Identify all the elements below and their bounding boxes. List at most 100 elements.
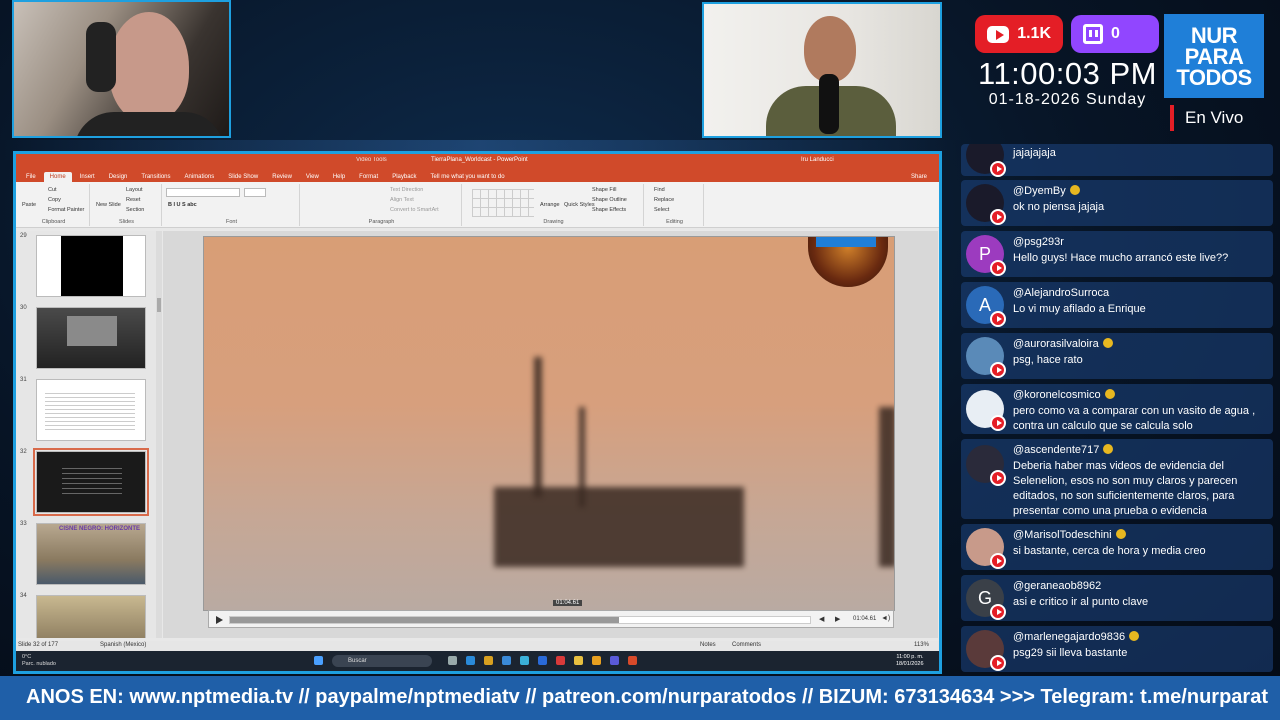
shape-fill-button[interactable]: Shape Fill [592,187,616,193]
chat-username[interactable]: @MarisolTodeschini [1013,529,1126,541]
app-icon-3[interactable] [502,656,511,665]
chat-username[interactable]: @AlejandroSurroca [1013,287,1109,299]
select-button[interactable]: Select [654,207,669,213]
youtube-icon [990,260,1006,276]
quick-styles-button[interactable]: Quick Styles [564,202,595,208]
app-icon-2[interactable] [484,656,493,665]
chat-username[interactable]: @geraneaob8962 [1013,580,1101,592]
scrollbar-thumb[interactable] [157,298,161,312]
notes-button[interactable]: Notes [700,642,716,648]
microphone [819,74,839,134]
volume-icon[interactable]: ◄) [881,615,890,622]
layout-button[interactable]: Layout [126,187,143,193]
format-painter-button[interactable]: Format Painter [48,207,84,213]
comments-button[interactable]: Comments [732,642,761,648]
replace-button[interactable]: Replace [654,197,674,203]
font-name-box[interactable] [166,188,240,197]
slide-number: 32 [20,449,27,455]
tab-file[interactable]: File [20,172,42,182]
paste-button[interactable]: Paste [22,202,36,208]
chat-username[interactable]: @DyemBy [1013,185,1080,197]
task-view-icon[interactable] [448,656,457,665]
share-button[interactable]: Share [905,172,933,182]
shapes-gallery[interactable] [472,189,534,217]
align-text-button[interactable]: Align Text [390,197,414,203]
taskbar-clock[interactable]: 11:00 p. m. 18/01/2026 [896,654,924,668]
copy-button[interactable]: Copy [48,197,61,203]
cut-button[interactable]: Cut [48,187,57,193]
chat-username-text: @geraneaob8962 [1013,580,1102,592]
tell-me-search[interactable]: Tell me what you want to do [425,172,511,182]
youtube-icon [987,25,1010,43]
file-explorer-icon[interactable] [574,656,583,665]
weather-widget[interactable]: 0°C Parc. nublado [22,654,56,668]
convert-smartart-button[interactable]: Convert to SmartArt [390,207,439,213]
slide-thumb-33[interactable]: 33 CISNE NEGRO: HORIZONTE [16,521,156,587]
tab-format[interactable]: Format [353,172,384,182]
video-seek-bar[interactable] [229,616,811,624]
chrome-icon[interactable] [592,656,601,665]
youtube-icon [990,470,1006,486]
slide-thumb-29[interactable]: 29 [16,233,156,299]
slide-number: 29 [20,233,27,239]
app-icon-1[interactable] [466,656,475,665]
video-time-tooltip: 01:04.61 [553,600,583,606]
tab-playback[interactable]: Playback [386,172,422,182]
app-icon-4[interactable] [556,656,565,665]
tab-home[interactable]: Home [43,172,72,182]
slide-count: Slide 32 of 177 [18,642,59,648]
chat-message-text: ok no piensa jajaja [1013,201,1105,213]
reset-button[interactable]: Reset [126,197,140,203]
slide-number: 31 [20,377,27,383]
chat-username[interactable]: @aurorasilvaloira [1013,338,1113,350]
edge-icon[interactable] [520,656,529,665]
tab-review[interactable]: Review [266,172,298,182]
tab-view[interactable]: View [300,172,325,182]
video-progress-fill [230,617,619,623]
powerpoint-icon[interactable] [628,656,637,665]
tab-help[interactable]: Help [327,172,351,182]
section-button[interactable]: Section [126,207,144,213]
thumbnail-scrollbar[interactable] [156,231,162,638]
find-button[interactable]: Find [654,187,665,193]
slide-thumb-32[interactable]: 32 [16,448,156,516]
shape-effects-button[interactable]: Shape Effects [592,207,626,213]
slide-thumb-34[interactable]: 34 [16,593,156,638]
forward-icon[interactable]: ▶ [835,615,840,623]
slide-thumb-30[interactable]: 30 [16,305,156,371]
slide-number: 30 [20,305,27,311]
tab-design[interactable]: Design [103,172,134,182]
embedded-video[interactable] [203,236,895,611]
new-slide-button[interactable]: New Slide [96,202,121,208]
taskbar-search[interactable]: Buscar [332,655,432,667]
tab-animations[interactable]: Animations [179,172,221,182]
tab-transitions[interactable]: Transitions [135,172,176,182]
chat-username[interactable]: @marlenegajardo9836 [1013,631,1140,643]
text-direction-button[interactable]: Text Direction [390,187,423,193]
play-icon[interactable] [216,616,223,624]
chat-message: @koronelcosmico pero como va a comparar c… [961,384,1273,434]
arrange-button[interactable]: Arrange [540,202,560,208]
telegram-icon[interactable] [538,656,547,665]
member-badge-icon [1129,631,1140,641]
chat-username[interactable]: @ascendente717 [1013,444,1114,456]
slides-label: Slides [119,219,134,225]
shape-outline-button[interactable]: Shape Outline [592,197,627,203]
bold-button[interactable]: B I U S abc [168,202,197,208]
language[interactable]: Spanish (Mexico) [100,642,146,648]
chat-message-text: Deberia haber mas videos de evidencia de… [1013,460,1238,517]
twitch-viewer-count: 0 [1111,25,1120,42]
chat-username[interactable]: @koronelcosmico [1013,389,1115,401]
start-icon[interactable] [314,656,323,665]
oil-rig-edge [879,407,894,567]
font-size-box[interactable] [244,188,266,197]
slide-thumb-31[interactable]: 31 [16,377,156,443]
zoom-level[interactable]: 113% [914,642,929,648]
rewind-icon[interactable]: ◀ [819,615,824,623]
tab-slide-show[interactable]: Slide Show [222,172,264,182]
chat-username[interactable]: @psg293r [1013,236,1064,248]
tab-insert[interactable]: Insert [74,172,101,182]
paragraph-label: Paragraph [368,219,395,225]
font-label: Font [225,219,237,225]
app-icon-5[interactable] [610,656,619,665]
